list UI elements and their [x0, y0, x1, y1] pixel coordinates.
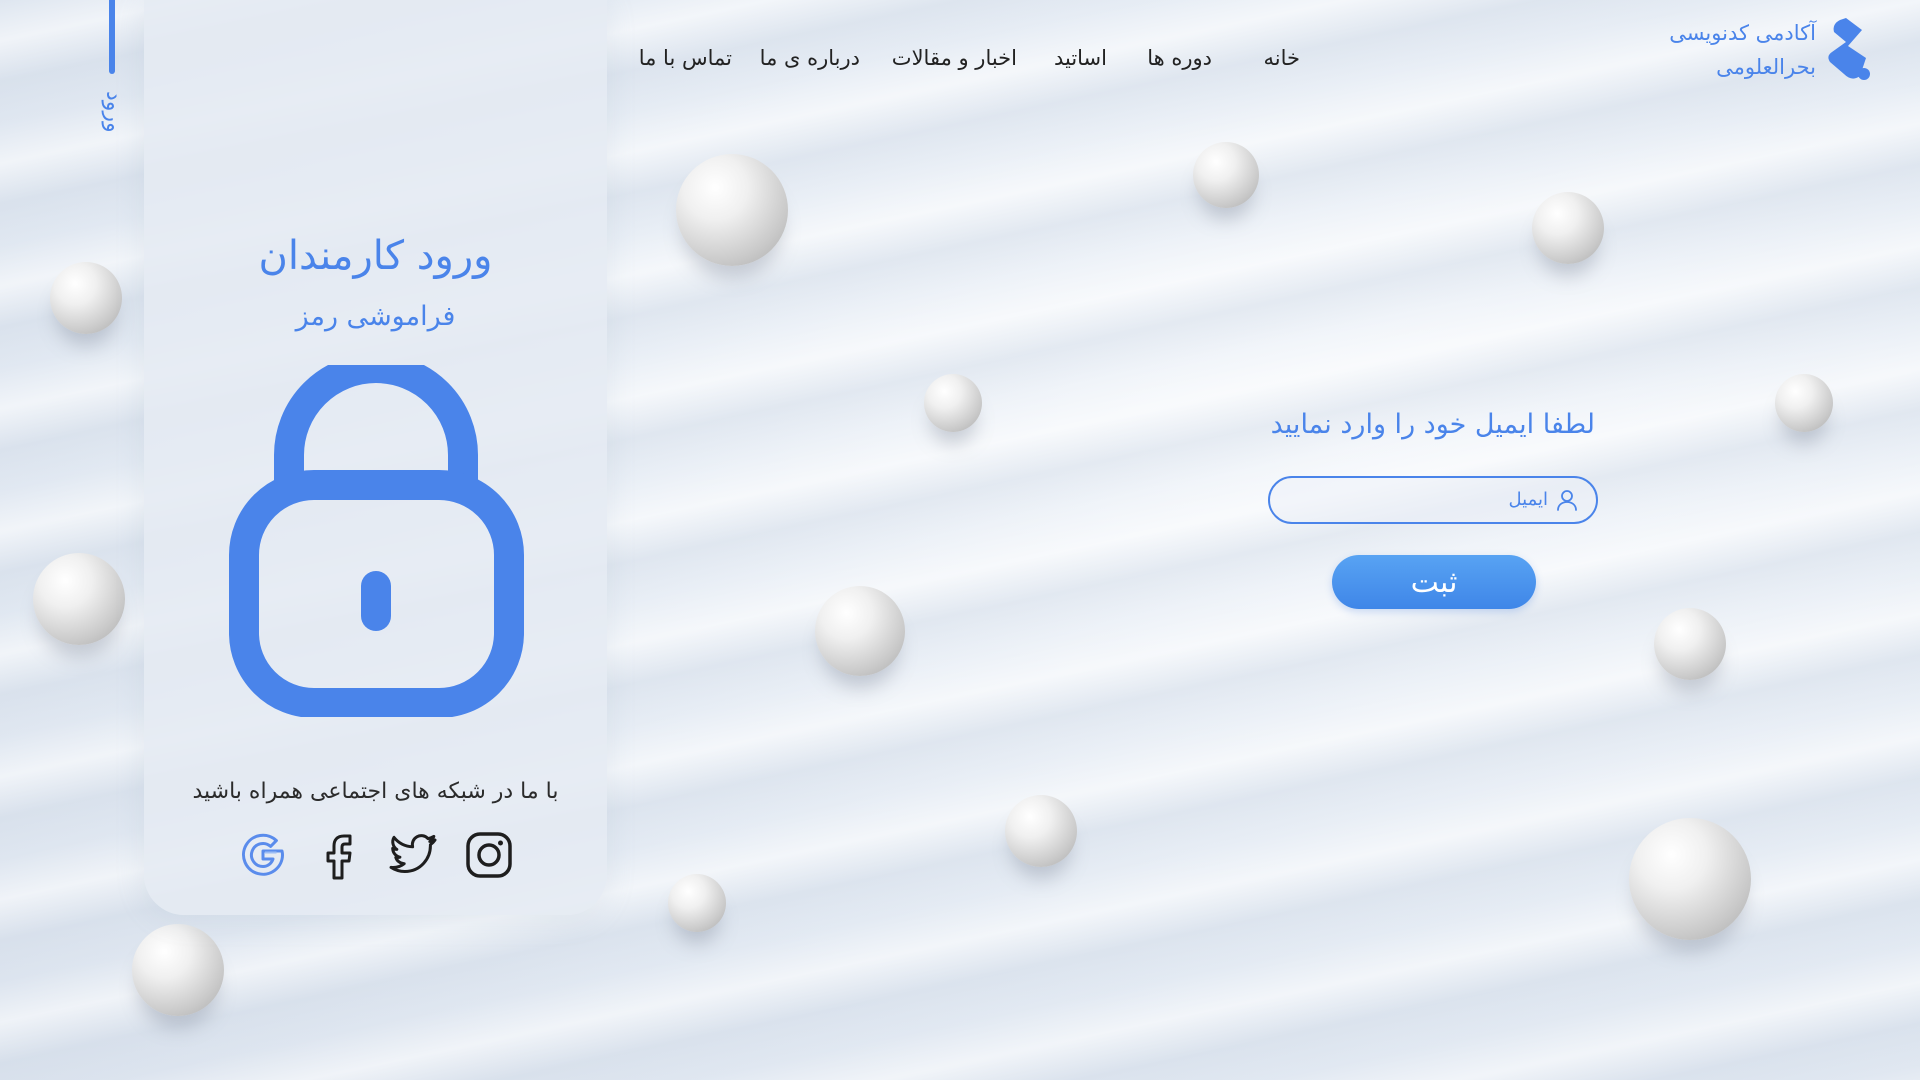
- nav-item-teachers[interactable]: اساتید: [1054, 40, 1107, 76]
- email-input[interactable]: [1288, 478, 1522, 524]
- main-nav: خانه دوره ها اساتید اخبار و مقالات دربار…: [620, 40, 1300, 76]
- side-login-tab[interactable]: ورود: [98, 82, 128, 142]
- facebook-icon[interactable]: [314, 830, 364, 880]
- panel-title: ورود کارمندان: [258, 233, 493, 279]
- brand-line-1: آکادمی کدنویسی: [1669, 21, 1816, 45]
- login-info-panel: ورود کارمندان فراموشی رمز با ما در شبکه …: [144, 0, 607, 915]
- form-title: لطفا ایمیل خود را وارد نمایید: [1270, 409, 1595, 440]
- email-placeholder: ایمیل: [1508, 489, 1548, 510]
- instagram-icon[interactable]: [464, 830, 514, 880]
- brand-line-2: بحرالعلومی: [1716, 55, 1816, 79]
- background-pearl: [1775, 374, 1833, 432]
- background-pearl: [668, 874, 726, 932]
- submit-button[interactable]: ثبت: [1332, 555, 1536, 609]
- brand-logo-icon: [1828, 18, 1870, 80]
- background-pearl: [676, 154, 788, 266]
- twitter-icon[interactable]: [389, 830, 439, 880]
- google-icon[interactable]: [238, 830, 288, 880]
- background-pearl: [1629, 818, 1751, 940]
- background-pearl: [924, 374, 982, 432]
- nav-item-courses[interactable]: دوره ها: [1147, 40, 1212, 76]
- brand[interactable]: آکادمی کدنویسی بحرالعلومی: [1630, 14, 1870, 84]
- user-icon: [1557, 490, 1577, 511]
- background-pearl: [1005, 795, 1077, 867]
- background-pearl: [1654, 608, 1726, 680]
- background-pearl: [50, 262, 122, 334]
- lock-icon: [229, 365, 524, 717]
- nav-item-contact[interactable]: تماس با ما: [639, 40, 732, 76]
- nav-item-about[interactable]: درباره ی ما: [760, 40, 860, 76]
- background-pearl: [815, 586, 905, 676]
- background-pearl: [132, 924, 224, 1016]
- social-links: [144, 830, 607, 880]
- nav-item-home[interactable]: خانه: [1264, 40, 1300, 76]
- background-pearl: [1532, 192, 1604, 264]
- active-marker: [109, 0, 115, 74]
- social-caption: با ما در شبکه های اجتماعی همراه باشید: [192, 779, 559, 804]
- brand-name: آکادمی کدنویسی بحرالعلومی: [1616, 16, 1816, 84]
- background-pearl: [1193, 142, 1259, 208]
- background-pearl: [33, 553, 125, 645]
- forgot-password-link[interactable]: فراموشی رمز: [144, 298, 607, 336]
- email-field[interactable]: ایمیل: [1268, 476, 1598, 524]
- nav-item-news[interactable]: اخبار و مقالات: [892, 40, 1017, 76]
